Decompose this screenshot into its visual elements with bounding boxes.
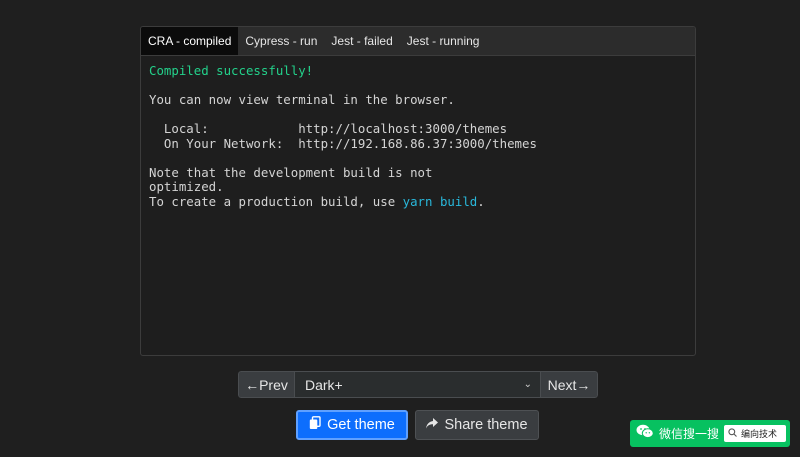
wechat-search-text: 编向技术: [741, 429, 778, 439]
terminal-line-build-suffix: .: [477, 193, 485, 209]
arrow-right-icon: →: [576, 376, 591, 393]
selected-theme: Dark+: [305, 376, 343, 393]
terminal-panel: CRA - compiled Cypress - run Jest - fail…: [140, 26, 696, 356]
theme-select[interactable]: Dark+ ⌄: [295, 371, 540, 398]
terminal-line-note: Note that the development build is not: [149, 164, 433, 180]
network-url: http://192.168.86.37:3000/themes: [298, 135, 537, 151]
wechat-search-box: 编向技术: [724, 425, 786, 442]
get-theme-button[interactable]: Get theme: [296, 410, 408, 440]
prev-label: Prev: [259, 376, 288, 393]
wechat-watermark: 微信搜一搜 编向技术: [630, 420, 790, 447]
terminal-line-view: You can now view terminal in the browser…: [149, 92, 455, 107]
prev-theme-button[interactable]: ← Prev: [238, 371, 295, 398]
terminal-line-build-prefix: To create a production build, use: [149, 193, 403, 209]
terminal-output: Compiled successfully! You can now view …: [141, 56, 695, 217]
share-theme-button[interactable]: Share theme: [415, 410, 539, 440]
tab-cra-compiled[interactable]: CRA - compiled: [141, 27, 239, 55]
share-icon: [426, 417, 439, 433]
build-command: yarn build: [402, 193, 478, 209]
tab-jest-running[interactable]: Jest - running: [400, 27, 487, 55]
get-theme-label: Get theme: [327, 417, 395, 433]
wechat-icon: [636, 424, 654, 444]
search-icon: [728, 428, 737, 439]
next-label: Next: [547, 376, 577, 393]
local-url: http://localhost:3000/themes: [298, 121, 508, 136]
copy-icon: [309, 416, 321, 434]
terminal-tabbar: CRA - compiled Cypress - run Jest - fail…: [141, 27, 695, 56]
theme-selector-bar: ← Prev Dark+ ⌄ Next →: [238, 371, 598, 398]
tab-jest-failed[interactable]: Jest - failed: [324, 27, 399, 55]
local-label: Local:: [149, 121, 299, 136]
network-label: On Your Network:: [149, 135, 299, 151]
arrow-left-icon: ←: [245, 376, 260, 393]
wechat-brand-text: 微信搜一搜: [659, 427, 720, 441]
tab-cypress-run[interactable]: Cypress - run: [238, 27, 324, 55]
chevron-down-icon: ⌄: [523, 379, 532, 390]
share-theme-label: Share theme: [444, 417, 528, 433]
next-theme-button[interactable]: Next →: [540, 371, 598, 398]
terminal-line-optimized: optimized.: [149, 179, 224, 194]
compile-status-line: Compiled successfully!: [149, 63, 314, 78]
